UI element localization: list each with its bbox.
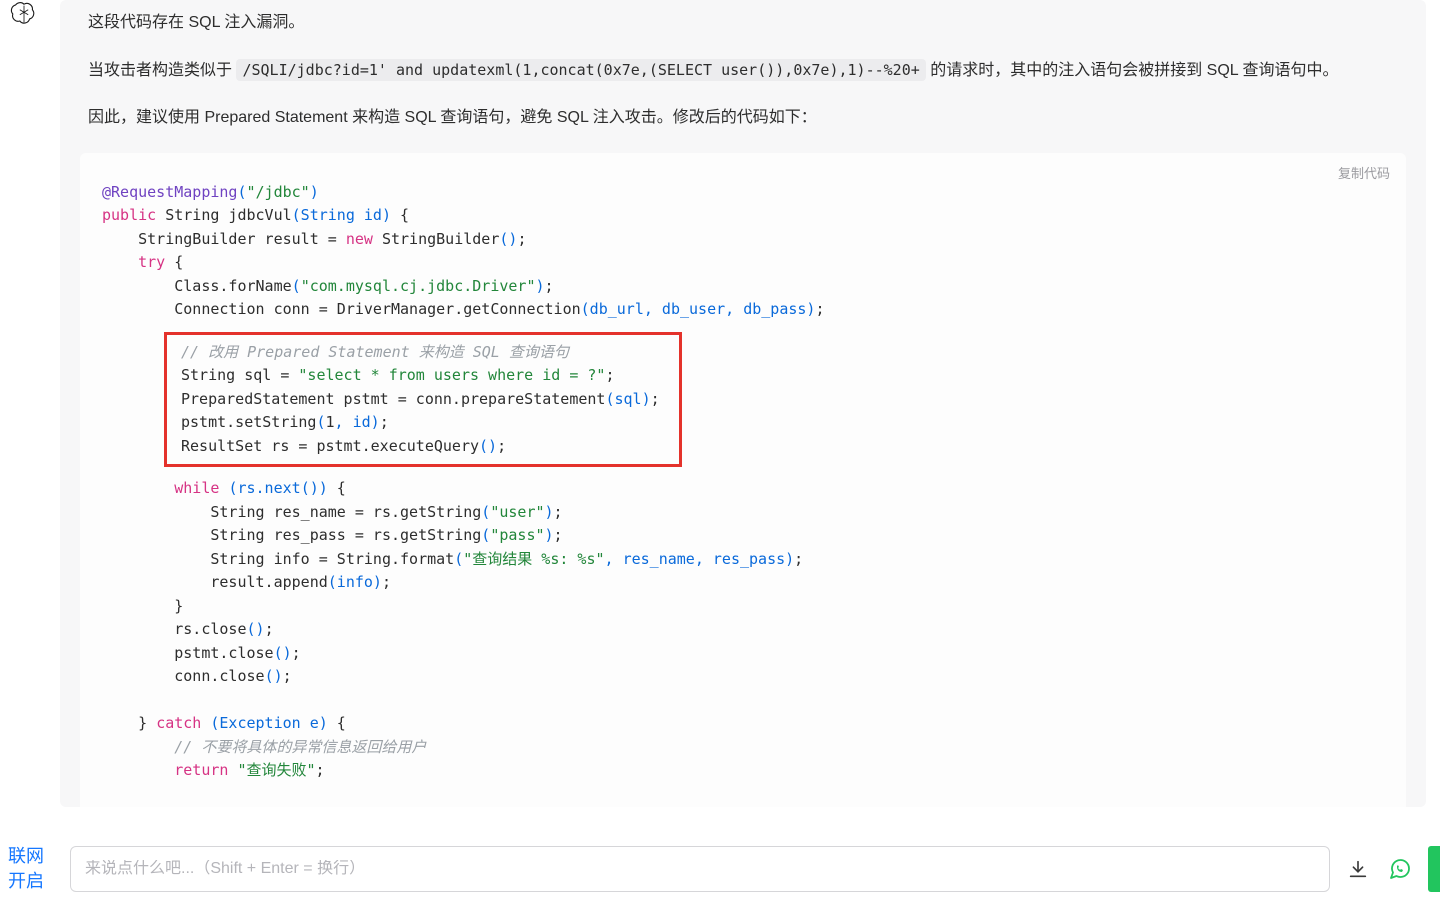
code-block: @RequestMapping("/jdbc") public String j… <box>80 171 1406 807</box>
inline-code-payload: /SQLI/jdbc?id=1' and updatexml(1,concat(… <box>236 59 925 81</box>
network-status-line1: 联网 <box>8 844 56 868</box>
message-paragraph-2: 当攻击者构造类似于 /SQLI/jdbc?id=1' and updatexml… <box>60 58 1426 84</box>
share-whatsapp-button[interactable] <box>1386 855 1414 883</box>
openai-knot-icon <box>10 0 38 28</box>
copy-code-button[interactable]: 复制代码 <box>1338 163 1390 182</box>
side-panel-stub[interactable] <box>1428 846 1440 892</box>
input-footer: 联网 开启 <box>0 844 1440 893</box>
code-highlight-box: // 改用 Prepared Statement 来构造 SQL 查询语句Str… <box>164 332 682 468</box>
code-panel: 复制代码 @RequestMapping("/jdbc") public Str… <box>80 153 1406 807</box>
download-icon <box>1347 858 1369 880</box>
whatsapp-icon <box>1388 857 1412 881</box>
text-segment: 当攻击者构造类似于 <box>88 62 236 79</box>
network-status[interactable]: 联网 开启 <box>8 844 56 893</box>
chat-input-container[interactable] <box>70 846 1330 892</box>
chat-input[interactable] <box>85 860 1315 878</box>
message-paragraph-1: 这段代码存在 SQL 注入漏洞。 <box>60 10 1426 36</box>
download-button[interactable] <box>1344 855 1372 883</box>
text-segment: 的请求时，其中的注入语句会被拼接到 SQL 查询语句中。 <box>926 62 1339 79</box>
assistant-avatar <box>10 0 42 32</box>
network-status-line2: 开启 <box>8 869 56 893</box>
assistant-message: 这段代码存在 SQL 注入漏洞。 当攻击者构造类似于 /SQLI/jdbc?id… <box>60 0 1426 807</box>
message-paragraph-3: 因此，建议使用 Prepared Statement 来构造 SQL 查询语句，… <box>60 105 1426 131</box>
